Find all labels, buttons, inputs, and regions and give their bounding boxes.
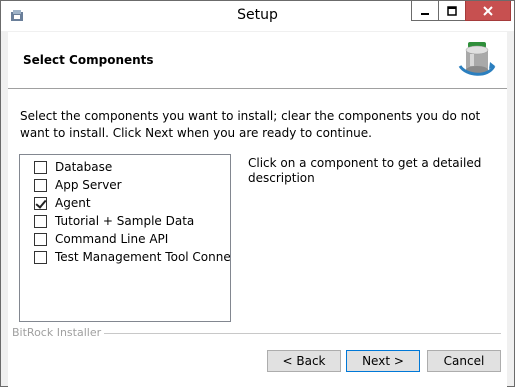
component-item-database[interactable]: Database (34, 158, 112, 176)
footer-divider (104, 333, 501, 334)
maximize-icon (447, 5, 457, 16)
components-list[interactable]: Database App Server Agent Tutorial + Sam… (19, 154, 231, 322)
component-checkbox-app-server[interactable] (34, 178, 47, 192)
component-description: Click on a component to get a detailed d… (248, 156, 482, 185)
component-item-test-management-tool[interactable]: Test Management Tool Connector (34, 248, 231, 266)
wizard-content: Select the components you want to instal… (8, 89, 507, 388)
close-button[interactable] (465, 1, 511, 21)
component-checkbox-agent[interactable] (34, 196, 47, 210)
title-bar[interactable]: Setup (1, 1, 514, 31)
maximize-button[interactable] (438, 1, 466, 21)
component-label: App Server (55, 178, 122, 192)
cancel-button[interactable]: Cancel (427, 350, 501, 372)
component-label: Tutorial + Sample Data (55, 214, 195, 228)
next-button[interactable]: Next > (346, 350, 420, 372)
component-label: Database (55, 160, 113, 174)
component-checkbox-command-line-api[interactable] (34, 232, 47, 246)
component-item-agent[interactable]: Agent (34, 194, 91, 212)
wizard-header: Select Components (8, 32, 507, 89)
component-item-command-line-api[interactable]: Command Line API (34, 230, 168, 248)
back-button[interactable]: < Back (267, 350, 341, 372)
minimize-button[interactable] (411, 1, 439, 21)
component-label: Agent (55, 196, 91, 210)
component-item-app-server[interactable]: App Server (34, 176, 122, 194)
close-icon (483, 5, 493, 16)
setup-window: Setup Select Components Select the compo… (0, 0, 515, 388)
component-label: Command Line API (55, 232, 169, 246)
database-install-icon (458, 42, 496, 76)
component-item-tutorial[interactable]: Tutorial + Sample Data (34, 212, 194, 230)
component-checkbox-tutorial[interactable] (34, 214, 47, 228)
component-checkbox-database[interactable] (34, 160, 47, 174)
installer-brand-label: BitRock Installer (12, 326, 102, 339)
instructions-text: Select the components you want to instal… (20, 109, 481, 140)
minimize-icon (421, 12, 429, 15)
page-title: Select Components (23, 53, 154, 67)
component-label: Test Management Tool Connector (55, 250, 231, 264)
component-checkbox-test-management-tool[interactable] (34, 250, 47, 264)
